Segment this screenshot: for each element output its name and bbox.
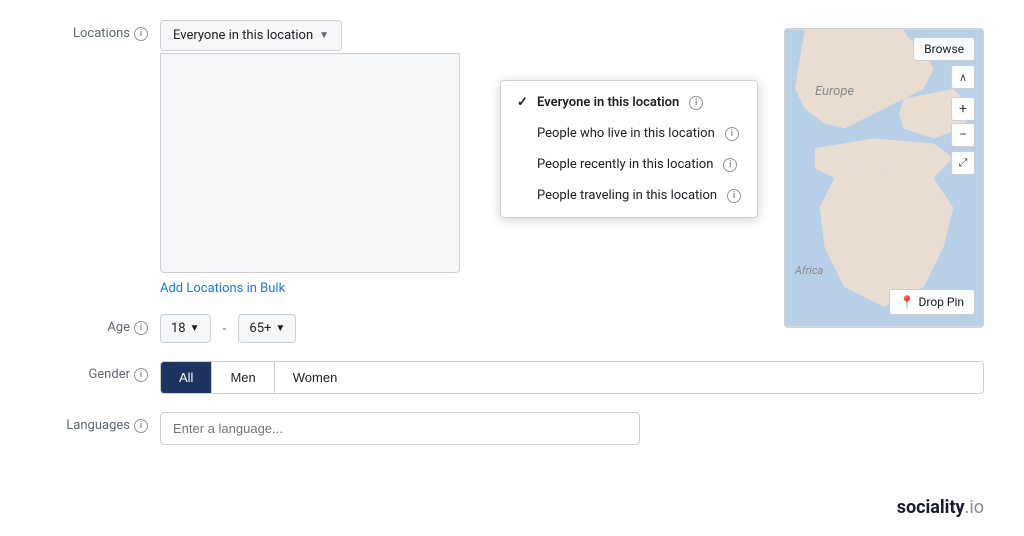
locations-label: Locations i (40, 20, 160, 41)
chevron-up-icon: ∧ (959, 71, 967, 84)
dropdown-item-label: Everyone in this location (537, 95, 679, 110)
gender-info-icon[interactable]: i (134, 368, 148, 382)
map-zoom-out-button[interactable]: − (951, 123, 975, 147)
gender-women-button[interactable]: Women (275, 362, 356, 393)
age-min-value: 18 (171, 321, 186, 336)
dropdown-item-recently[interactable]: ✓ People recently in this location i (501, 149, 757, 180)
map-browse-button[interactable]: Browse (913, 37, 975, 61)
map-africa-label: Africa (795, 264, 823, 277)
map-up-button[interactable]: ∧ (951, 65, 975, 89)
map-container: Europe Africa Browse ∧ + − ⤢ 📍 Drop Pin (784, 28, 984, 328)
check-icon: ✓ (517, 95, 531, 110)
location-dropdown-button[interactable]: Everyone in this location ▼ (160, 20, 342, 51)
dropdown-item-label: People traveling in this location (537, 188, 717, 203)
dropdown-item-info-icon-0[interactable]: i (689, 96, 703, 110)
map-europe-label: Europe (815, 84, 854, 99)
map-expand-button[interactable]: ⤢ (951, 151, 975, 175)
age-label: Age i (40, 314, 160, 335)
pin-icon: 📍 (900, 295, 915, 309)
location-input-area (160, 53, 460, 273)
map-drop-pin-button[interactable]: 📍 Drop Pin (889, 289, 975, 315)
language-input[interactable] (160, 412, 640, 445)
dropdown-item-label: People recently in this location (537, 157, 713, 172)
dropdown-item-info-icon-1[interactable]: i (725, 127, 739, 141)
age-max-select[interactable]: 65+ ▼ (238, 314, 296, 343)
languages-info-icon[interactable]: i (134, 419, 148, 433)
dropdown-arrow-icon: ▼ (319, 30, 329, 41)
gender-men-button[interactable]: Men (212, 362, 274, 393)
age-min-select[interactable]: 18 ▼ (160, 314, 211, 343)
map-zoom-in-button[interactable]: + (951, 97, 975, 121)
location-dropdown-menu: ✓ Everyone in this location i ✓ People w… (500, 80, 758, 218)
map-zoom-controls: + − ⤢ (951, 97, 975, 175)
age-max-value: 65+ (249, 321, 271, 336)
gender-label: Gender i (40, 361, 160, 382)
dropdown-item-live[interactable]: ✓ People who live in this location i (501, 118, 757, 149)
age-info-icon[interactable]: i (134, 321, 148, 335)
age-separator: - (223, 321, 227, 337)
dropdown-item-label: People who live in this location (537, 126, 715, 141)
languages-label: Languages i (40, 412, 160, 433)
age-max-arrow: ▼ (275, 323, 285, 334)
dropdown-item-info-icon-3[interactable]: i (727, 189, 741, 203)
age-min-arrow: ▼ (190, 323, 200, 334)
sociality-logo: sociality.io (897, 497, 984, 518)
gender-all-button[interactable]: All (161, 362, 212, 393)
locations-info-icon[interactable]: i (134, 27, 148, 41)
gender-button-group: All Men Women (160, 361, 984, 394)
dropdown-button-label: Everyone in this location (173, 28, 313, 43)
dropdown-item-traveling[interactable]: ✓ People traveling in this location i (501, 180, 757, 211)
dropdown-item-info-icon-2[interactable]: i (723, 158, 737, 172)
dropdown-item-everyone[interactable]: ✓ Everyone in this location i (501, 87, 757, 118)
